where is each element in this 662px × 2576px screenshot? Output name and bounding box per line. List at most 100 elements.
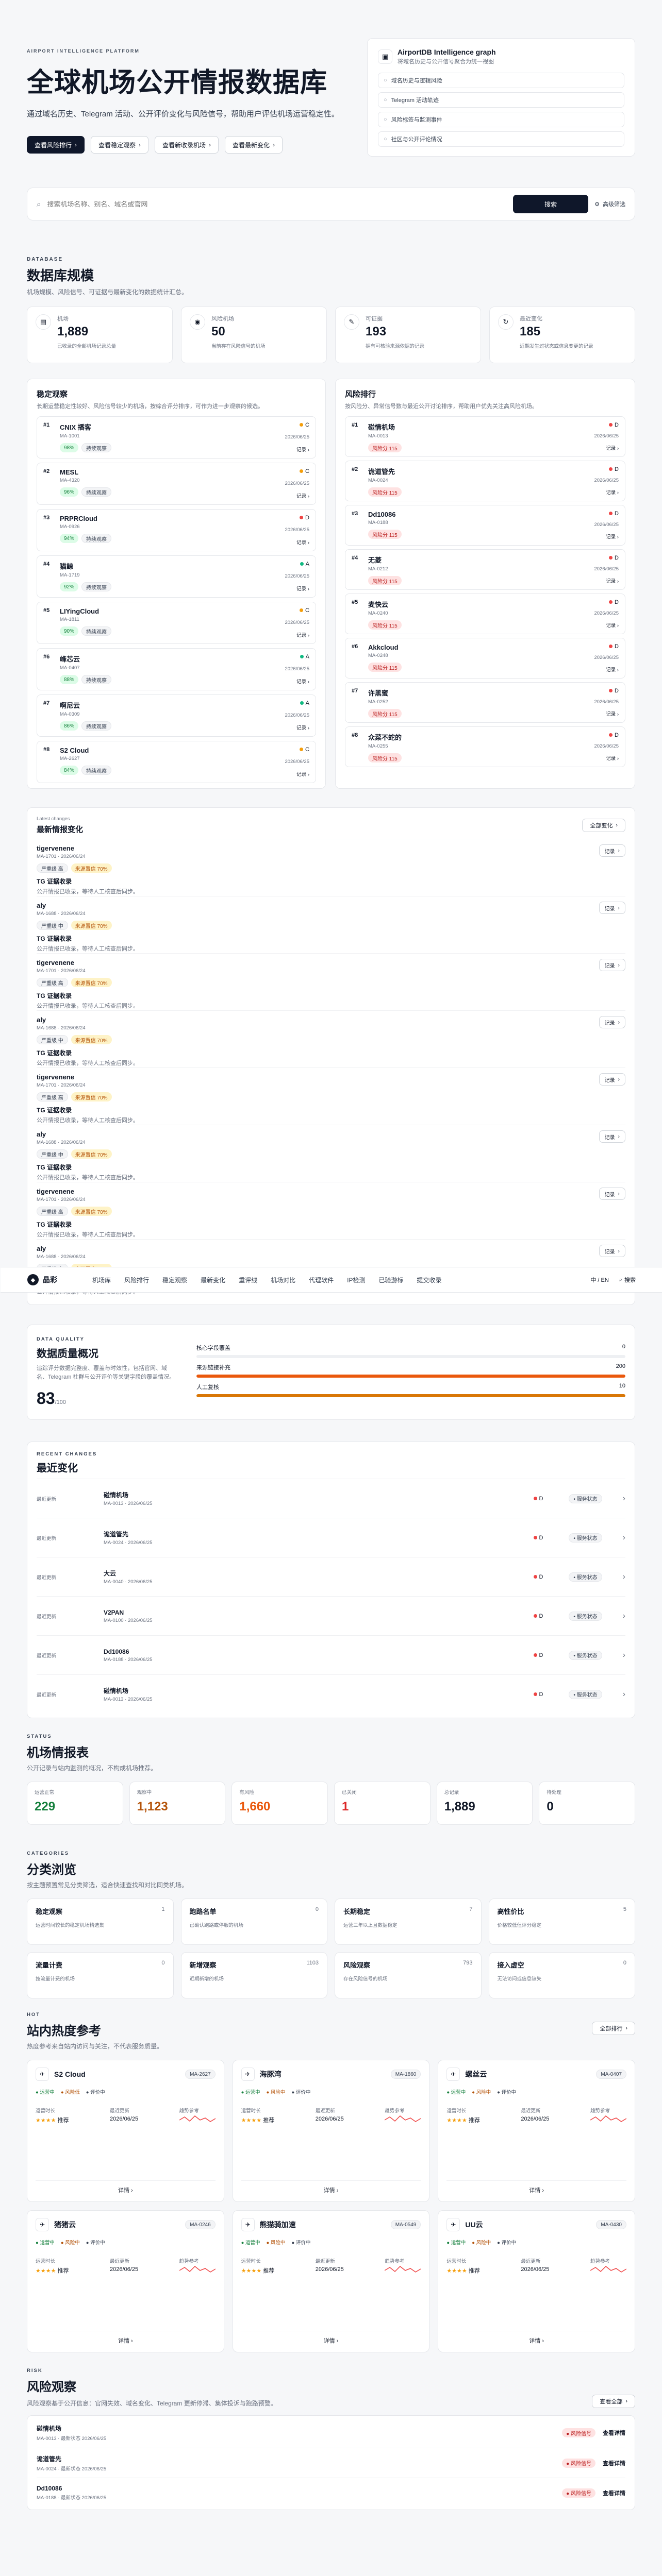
nav-item[interactable]: 提交收录 bbox=[417, 1276, 441, 1284]
hot-card[interactable]: ✈ UU云 MA-0430 ● 运营中 ● 风险中 ● 评价中 运营时长 ★★★★ 推荐 最近更… bbox=[438, 2210, 635, 2352]
record-link[interactable]: 记录 › bbox=[594, 577, 619, 584]
nav-item[interactable]: 代理软件 bbox=[309, 1276, 334, 1284]
category-card[interactable]: 稳定观察 1 运营时间较长的稳定机场精选集 bbox=[27, 1899, 174, 1945]
risk-row[interactable]: #8 众菜不蛇的 MA-0255 风险分 115 D 2026/06/25 记录 › bbox=[345, 726, 625, 767]
category-card[interactable]: 新增观察 1103 近期新增的机场 bbox=[180, 1952, 327, 1998]
record-button[interactable]: 记录 › bbox=[599, 1016, 625, 1028]
recent-row[interactable]: 最近更新 大云 MA-0040 · 2026/06/25 D • 服务状态 › bbox=[37, 1557, 625, 1596]
category-card[interactable]: 流量计费 0 按流量计费的机场 bbox=[27, 1952, 174, 1998]
stable-row[interactable]: #8 S2 Cloud MA-2627 84% 持续观察 C 2026/06/25 记录 › bbox=[37, 741, 316, 783]
riskwatch-row[interactable]: Dd10086 MA-0188 · 最新状态 2026/06/25 ● 风险信号 查看… bbox=[37, 2478, 625, 2507]
graph-item[interactable]: ○ 风险标签与监测事件 bbox=[378, 112, 624, 127]
record-link[interactable]: 记录 › bbox=[594, 710, 619, 717]
chevron-right-icon[interactable]: › bbox=[623, 1572, 625, 1582]
hot-card[interactable]: ✈ 猪猪云 MA-0246 ● 运营中 ● 风险中 ● 评价中 运营时长 ★★★★ 推荐 最近更… bbox=[27, 2210, 224, 2352]
record-link[interactable]: 记录 › bbox=[594, 533, 619, 540]
latest-item[interactable]: alyMA-1688 · 2026/06/24严重级 中来源置信 70%TG 证… bbox=[37, 1010, 625, 1067]
latest-item[interactable]: tigervenene MA-1701 · 2026/06/24 严重级 高来源置信… bbox=[37, 1182, 625, 1239]
record-link[interactable]: 记录 › bbox=[594, 444, 619, 451]
chevron-right-icon[interactable]: › bbox=[623, 1651, 625, 1660]
nav-item[interactable]: 风险排行 bbox=[124, 1276, 149, 1284]
hot-card[interactable]: ✈ 熊猫骑加速 MA-0549 ● 运营中 ● 风险中 ● 评价中 运营时长 ★★★★ 推荐 最… bbox=[232, 2210, 430, 2352]
nav-item[interactable]: 重评线 bbox=[239, 1276, 257, 1284]
record-button[interactable]: 记录 › bbox=[599, 844, 625, 857]
riskwatch-row[interactable]: 碰情机场 MA-0013 · 最新状态 2026/06/25 ● 风险信号 查看详情 bbox=[37, 2418, 625, 2448]
record-link[interactable]: 记录 › bbox=[285, 724, 309, 731]
record-link[interactable]: 记录 › bbox=[285, 677, 309, 685]
risk-row[interactable]: #5 麦快云 MA-0240 风险分 115 D 2026/06/25 记录 › bbox=[345, 594, 625, 634]
nav-item[interactable]: 机场库 bbox=[92, 1276, 111, 1284]
riskwatch-all-button[interactable]: 查看全部 › bbox=[592, 2395, 635, 2408]
recent-row[interactable]: 最近更新 碰情机场 MA-0013 · 2026/06/25 D • 服务状态 › bbox=[37, 1674, 625, 1714]
record-button[interactable]: 记录 › bbox=[599, 1130, 625, 1143]
record-button[interactable]: 记录 › bbox=[599, 902, 625, 914]
record-link[interactable]: 记录 › bbox=[594, 488, 619, 496]
nav-search-button[interactable]: ⌕ 搜索 bbox=[619, 1276, 636, 1284]
hot-card[interactable]: ✈ S2 Cloud MA-2627 ● 运营中 ● 风险低 ● 评价中 运营时长 ★★★★ … bbox=[27, 2060, 224, 2202]
record-button[interactable]: 记录 › bbox=[599, 1188, 625, 1200]
lang-switch[interactable]: 中 / EN bbox=[590, 1276, 608, 1284]
stable-row[interactable]: #7 啊尼云 MA-0309 86% 持续观察 A 2026/06/25 记录 › bbox=[37, 694, 316, 737]
stable-row[interactable]: #5 LIYingCloud MA-1811 90% 持续观察 C 2026/06/25 记录… bbox=[37, 602, 316, 644]
stable-watch-button[interactable]: 查看稳定观察 › bbox=[91, 136, 149, 154]
record-link[interactable]: 记录 › bbox=[285, 538, 309, 546]
all-rank-button[interactable]: 全部排行 › bbox=[592, 2021, 635, 2035]
stable-row[interactable]: #6 峰芯云 MA-0407 88% 持续观察 A 2026/06/25 记录 › bbox=[37, 648, 316, 690]
hot-card[interactable]: ✈ 海豚湾 MA-1860 ● 运营中 ● 风险中 ● 评价中 运营时长 ★★★★ 推荐 最近更… bbox=[232, 2060, 430, 2202]
recent-row[interactable]: 最近更新 Dd10086 MA-0188 · 2026/06/25 D • 服务状态 › bbox=[37, 1635, 625, 1674]
new-airports-button[interactable]: 查看新收录机场 › bbox=[155, 136, 219, 154]
record-link[interactable]: 记录 › bbox=[285, 770, 309, 777]
detail-link[interactable]: 详情 › bbox=[241, 2331, 421, 2345]
nav-item[interactable]: 稳定观察 bbox=[162, 1276, 187, 1284]
detail-link[interactable]: 详情 › bbox=[36, 2331, 216, 2345]
recent-row[interactable]: 最近更新 诡道管先 MA-0024 · 2026/06/25 D • 服务状态 › bbox=[37, 1518, 625, 1557]
detail-link[interactable]: 详情 › bbox=[241, 2180, 421, 2194]
graph-item[interactable]: ○ 社区与公开评论情况 bbox=[378, 131, 624, 147]
risk-row[interactable]: #7 许黑蜜 MA-0252 风险分 115 D 2026/06/25 记录 › bbox=[345, 682, 625, 723]
recent-row[interactable]: 最近更新 V2PAN MA-0100 · 2026/06/25 D • 服务状态 › bbox=[37, 1596, 625, 1635]
latest-changes-button[interactable]: 查看最新变化 › bbox=[225, 136, 283, 154]
stable-row[interactable]: #2 MESL MA-4320 96% 持续观察 C 2026/06/25 记录 › bbox=[37, 463, 316, 505]
detail-link[interactable]: 详情 › bbox=[446, 2331, 626, 2345]
riskwatch-row[interactable]: 诡道管先 MA-0024 · 最新状态 2026/06/25 ● 风险信号 查看详情 bbox=[37, 2448, 625, 2478]
nav-item[interactable]: 已验游标 bbox=[378, 1276, 403, 1284]
graph-item[interactable]: ○ Telegram 活动轨迹 bbox=[378, 92, 624, 108]
detail-button[interactable]: 查看详情 bbox=[603, 2489, 625, 2497]
stable-row[interactable]: #1 CNIX 播客 MA-1001 98% 持续观察 C 2026/06/25 记录 › bbox=[37, 416, 316, 459]
hot-card[interactable]: ✈ 螺丝云 MA-0407 ● 运营中 ● 风险中 ● 评价中 运营时长 ★★★★ 推荐 最近更… bbox=[438, 2060, 635, 2202]
risk-row[interactable]: #3 Dd10086 MA-0188 风险分 115 D 2026/06/25 记录 › bbox=[345, 505, 625, 546]
chevron-right-icon[interactable]: › bbox=[623, 1612, 625, 1621]
category-card[interactable]: 风险观察 793 存在风险信号的机场 bbox=[335, 1952, 482, 1998]
risk-row[interactable]: #4 无菱 MA-0212 风险分 115 D 2026/06/25 记录 › bbox=[345, 549, 625, 590]
record-button[interactable]: 记录 › bbox=[599, 959, 625, 971]
detail-link[interactable]: 详情 › bbox=[36, 2180, 216, 2194]
risk-rank-button[interactable]: 查看风险排行 › bbox=[27, 136, 85, 154]
record-button[interactable]: 记录 › bbox=[599, 1073, 625, 1086]
record-link[interactable]: 记录 › bbox=[285, 446, 309, 453]
latest-item[interactable]: tigervenene MA-1701 · 2026/06/24 严重级 高来源置信… bbox=[37, 1067, 625, 1125]
record-link[interactable]: 记录 › bbox=[285, 492, 309, 499]
nav-item[interactable]: 最新变化 bbox=[201, 1276, 225, 1284]
risk-row[interactable]: #6 Akkcloud MA-0248 风险分 115 D 2026/06/25 记录 › bbox=[345, 638, 625, 679]
detail-button[interactable]: 查看详情 bbox=[603, 2459, 625, 2467]
chevron-right-icon[interactable]: › bbox=[623, 1494, 625, 1503]
category-card[interactable]: 跑路名单 0 已确认跑路或停服的机场 bbox=[180, 1899, 327, 1945]
category-card[interactable]: 长期稳定 7 运营三年以上且数据稳定 bbox=[335, 1899, 482, 1945]
record-link[interactable]: 记录 › bbox=[285, 585, 309, 592]
nav-item[interactable]: IP检测 bbox=[347, 1276, 365, 1284]
record-link[interactable]: 记录 › bbox=[594, 621, 619, 629]
chevron-right-icon[interactable]: › bbox=[623, 1690, 625, 1699]
all-changes-button[interactable]: 全部变化 › bbox=[582, 819, 625, 832]
nav-logo[interactable]: ◆ 晶彩 bbox=[27, 1274, 92, 1285]
stable-row[interactable]: #3 PRPRCloud MA-0926 94% 持续观察 D 2026/06/25 记录 › bbox=[37, 509, 316, 551]
record-link[interactable]: 记录 › bbox=[285, 631, 309, 638]
detail-link[interactable]: 详情 › bbox=[446, 2180, 626, 2194]
latest-item[interactable]: alyMA-1688 · 2026/06/24严重级 中来源置信 70%TG 证… bbox=[37, 1125, 625, 1182]
latest-item[interactable]: alyMA-1688 · 2026/06/24严重级 中来源置信 70%TG 证… bbox=[37, 896, 625, 953]
category-card[interactable]: 接入虚空 0 无法访问或信息缺失 bbox=[488, 1952, 635, 1998]
stable-row[interactable]: #4 猫鲸 MA-1719 92% 持续观察 A 2026/06/25 记录 › bbox=[37, 555, 316, 598]
recent-row[interactable]: 最近更新 碰情机场 MA-0013 · 2026/06/25 D • 服务状态 › bbox=[37, 1479, 625, 1518]
advanced-filter-button[interactable]: ⚙ 高级筛选 bbox=[594, 200, 625, 208]
nav-item[interactable]: 机场对比 bbox=[271, 1276, 295, 1284]
risk-row[interactable]: #2 诡道管先 MA-0024 风险分 115 D 2026/06/25 记录 › bbox=[345, 461, 625, 501]
